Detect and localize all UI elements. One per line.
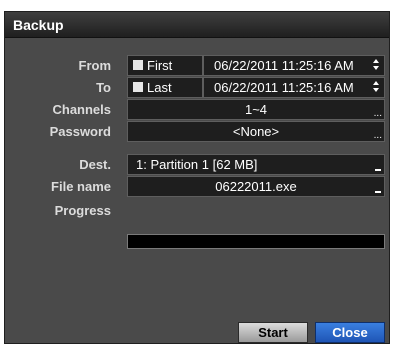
- from-datetime-spinner[interactable]: 06/22/2011 11:25:16 AM: [203, 55, 385, 76]
- file-name-value: 06222011.exe: [215, 179, 297, 194]
- to-spin-icon[interactable]: [372, 80, 380, 94]
- progress-label: Progress: [54, 203, 111, 218]
- file-name-field[interactable]: 06222011.exe: [127, 176, 385, 197]
- password-value: <None>: [232, 124, 280, 139]
- from-first-label: First: [147, 58, 173, 73]
- file-name-label: File name: [51, 179, 111, 194]
- channels-value: 1~4: [244, 102, 268, 117]
- to-label: To: [96, 80, 111, 95]
- ellipsis-icon: ...: [373, 108, 382, 119]
- dest-label: Dest.: [79, 157, 111, 172]
- channels-label: Channels: [52, 102, 111, 117]
- dialog-title: Backup: [13, 17, 64, 33]
- edit-indicator-icon: [375, 191, 381, 193]
- from-datetime-value: 06/22/2011 11:25:16 AM: [214, 58, 354, 73]
- backup-dialog: Backup From First 06/22/2011 11:25:16 AM…: [4, 11, 390, 344]
- to-datetime-value: 06/22/2011 11:25:16 AM: [214, 80, 354, 95]
- to-last-label: Last: [147, 80, 172, 95]
- to-last-checkbox[interactable]: [133, 82, 143, 92]
- from-spin-icon[interactable]: [372, 58, 380, 72]
- progress-bar: [127, 234, 385, 249]
- ellipsis-icon: ...: [373, 130, 382, 141]
- dest-value: 1: Partition 1 [62 MB]: [136, 157, 258, 172]
- channels-field[interactable]: 1~4 ...: [127, 99, 385, 120]
- from-first-checkbox[interactable]: [133, 60, 143, 70]
- start-button[interactable]: Start: [238, 322, 308, 343]
- from-label: From: [78, 58, 112, 73]
- password-field[interactable]: <None> ...: [127, 121, 385, 142]
- dropdown-indicator-icon: [375, 169, 381, 171]
- title-bar: Backup: [5, 12, 389, 38]
- dest-dropdown[interactable]: 1: Partition 1 [62 MB]: [127, 154, 385, 175]
- from-first-checkbox-field[interactable]: First: [127, 55, 203, 76]
- close-button[interactable]: Close: [315, 322, 385, 343]
- to-last-checkbox-field[interactable]: Last: [127, 77, 203, 98]
- password-label: Password: [49, 124, 111, 139]
- to-datetime-spinner[interactable]: 06/22/2011 11:25:16 AM: [203, 77, 385, 98]
